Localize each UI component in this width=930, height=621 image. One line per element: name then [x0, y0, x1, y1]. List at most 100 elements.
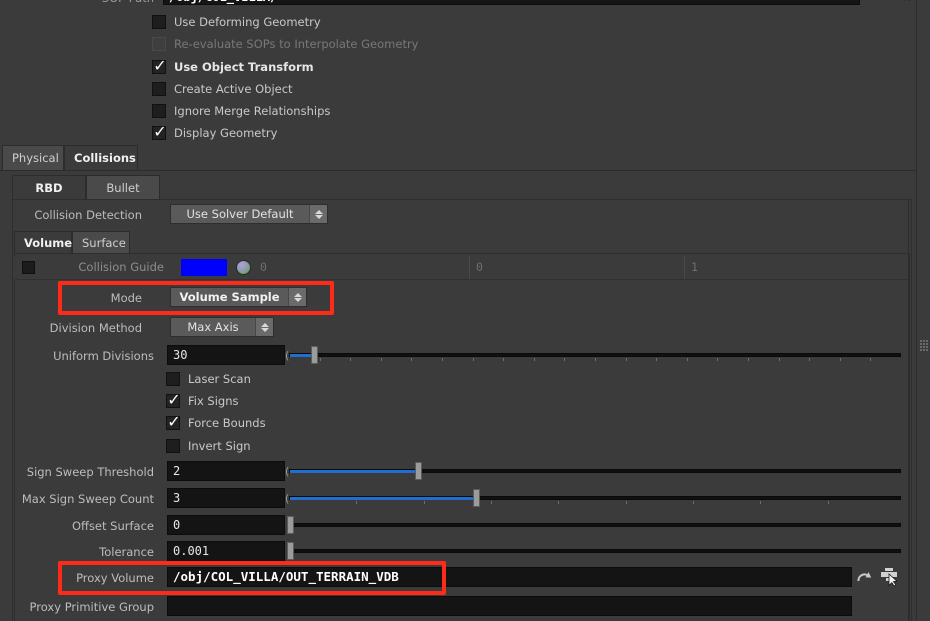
checkbox-ignore-merge-relationships[interactable]: [152, 104, 166, 118]
tolerance-input[interactable]: 0.001: [167, 541, 285, 561]
label-laser-scan: Laser Scan: [188, 372, 251, 386]
sop-path-input[interactable]: /obj/COL_VILLA/: [163, 0, 860, 5]
panel-divider: [908, 199, 909, 620]
slider-track[interactable]: [287, 523, 901, 527]
chevron-updown-icon[interactable]: [288, 288, 306, 306]
tab-surface-label: Surface: [82, 236, 126, 250]
slider-ticks: [289, 501, 901, 505]
collision-detection-row: Collision Detection Use Solver Default: [0, 204, 930, 226]
tab-volume-label: Volume: [24, 236, 73, 250]
tab-surface[interactable]: Surface: [72, 231, 130, 254]
chevron-updown-icon[interactable]: [309, 205, 327, 223]
sign-sweep-threshold-label: Sign Sweep Threshold: [26, 465, 154, 479]
checkbox-use-deforming-geometry[interactable]: [152, 15, 166, 29]
right-edge-strip: [917, 0, 930, 620]
tab-bullet-data[interactable]: Bullet Data: [86, 175, 160, 220]
sop-path-label: SOP Path: [62, 0, 154, 8]
label-display-geometry: Display Geometry: [174, 126, 278, 140]
tab-physical[interactable]: Physical: [2, 145, 64, 170]
check-mark-icon: ✓: [153, 122, 167, 141]
proxy-primitive-group-input[interactable]: [167, 596, 852, 616]
checkbox-invert-sign[interactable]: [166, 439, 180, 453]
slider-handle[interactable]: [287, 516, 294, 534]
offset-surface-input[interactable]: 0: [167, 515, 285, 535]
color-wheel-icon[interactable]: [236, 260, 251, 275]
checkbox-reevaluate-sops: [152, 37, 166, 51]
tab-collisions-label: Collisions: [74, 151, 136, 165]
splitter-divider: [916, 0, 917, 620]
sign-sweep-threshold-slider[interactable]: (: [285, 461, 901, 481]
mode-row: Mode Volume Sample: [0, 287, 930, 309]
mode-dropdown[interactable]: Volume Sample: [170, 287, 307, 307]
slider-handle[interactable]: [415, 462, 422, 480]
checkbox-collision-guide[interactable]: [22, 261, 35, 274]
label-use-object-transform: Use Object Transform: [174, 60, 314, 74]
max-sign-sweep-count-row: Max Sign Sweep Count 3 (: [0, 488, 930, 510]
uniform-divisions-row: Uniform Divisions 30 (: [0, 345, 930, 367]
label-fix-signs: Fix Signs: [188, 394, 239, 408]
offset-surface-slider[interactable]: [287, 515, 901, 535]
label-reevaluate-sops: Re-evaluate SOPs to Interpolate Geometry: [174, 37, 419, 51]
splitter-grip-handle[interactable]: [917, 340, 930, 354]
max-sign-sweep-count-slider[interactable]: (: [285, 488, 901, 508]
proxy-volume-input[interactable]: /obj/COL_VILLA/OUT_TERRAIN_VDB: [167, 567, 852, 587]
slider-ticks: [289, 358, 901, 362]
division-method-dropdown[interactable]: Max Axis: [170, 317, 274, 337]
tab-strip-physical-collisions: Physical Collisions: [0, 145, 930, 171]
geometry-section: SOP Path /obj/COL_VILLA/: [0, 0, 930, 142]
division-method-row: Division Method Max Axis: [0, 317, 930, 339]
proxy-primitive-group-label: Proxy Primitive Group: [29, 600, 154, 614]
division-method-value: Max Axis: [187, 320, 239, 334]
collision-guide-value-g[interactable]: 0: [469, 256, 684, 279]
reload-icon[interactable]: [856, 570, 872, 585]
slider-track[interactable]: [287, 549, 901, 553]
slider-fill: [290, 497, 476, 500]
label-invert-sign: Invert Sign: [188, 439, 251, 453]
node-picker-icon[interactable]: [896, 0, 914, 1]
sign-sweep-threshold-input[interactable]: 2: [167, 461, 285, 481]
houdini-parameter-panel: SOP Path /obj/COL_VILLA/: [0, 0, 930, 621]
slider-fill: [290, 470, 417, 473]
slider-handle[interactable]: [287, 542, 294, 560]
slider-handle[interactable]: [473, 489, 480, 507]
collision-guide-label: Collision Guide: [78, 260, 164, 274]
collision-detection-label: Collision Detection: [34, 208, 142, 222]
collision-guide-color-swatch[interactable]: [181, 259, 227, 276]
check-mark-icon: ✓: [167, 412, 181, 431]
chevron-updown-icon[interactable]: [255, 318, 273, 336]
max-sign-sweep-count-input[interactable]: 3: [167, 488, 285, 508]
checkbox-create-active-object[interactable]: [152, 82, 166, 96]
tolerance-row: Tolerance 0.001: [0, 541, 930, 563]
check-mark-icon: ✓: [153, 56, 167, 75]
uniform-divisions-input[interactable]: 30: [167, 345, 285, 365]
check-mark-icon: ✓: [167, 390, 181, 409]
uniform-divisions-slider[interactable]: (: [285, 345, 901, 365]
tab-strip-volume-surface: Volume Surface: [14, 231, 908, 255]
checkbox-laser-scan[interactable]: [166, 372, 180, 386]
proxy-volume-row: Proxy Volume /obj/COL_VILLA/OUT_TERRAIN_…: [0, 567, 930, 589]
collision-guide-value-r[interactable]: 0: [254, 256, 469, 279]
collision-guide-row: Collision Guide 0 0 1: [14, 256, 908, 280]
sop-path-row: SOP Path /obj/COL_VILLA/: [0, 0, 930, 8]
offset-surface-row: Offset Surface 0: [0, 515, 930, 537]
mode-label: Mode: [110, 291, 142, 305]
division-method-label: Division Method: [49, 321, 142, 335]
node-picker-icon[interactable]: [879, 568, 899, 587]
label-create-active-object: Create Active Object: [174, 82, 293, 96]
offset-surface-label: Offset Surface: [71, 519, 154, 533]
tolerance-slider[interactable]: [287, 541, 901, 561]
tab-volume[interactable]: Volume: [14, 231, 72, 254]
collision-guide-value-b[interactable]: 1: [684, 256, 908, 279]
slider-track[interactable]: [289, 353, 901, 357]
proxy-volume-label: Proxy Volume: [76, 571, 154, 585]
label-use-deforming-geometry: Use Deforming Geometry: [174, 15, 321, 29]
sign-sweep-threshold-row: Sign Sweep Threshold 2 (: [0, 461, 930, 483]
tab-strip-rbd-bullet: RBD Solver Bullet Data: [12, 175, 910, 220]
mode-value: Volume Sample: [179, 290, 280, 304]
tolerance-label: Tolerance: [99, 545, 154, 559]
slider-handle[interactable]: [311, 346, 318, 364]
proxy-primitive-group-row: Proxy Primitive Group: [0, 596, 930, 618]
tab-rbd-solver[interactable]: RBD Solver: [12, 175, 86, 220]
collision-detection-dropdown[interactable]: Use Solver Default: [170, 204, 328, 224]
tab-collisions[interactable]: Collisions: [64, 145, 138, 170]
